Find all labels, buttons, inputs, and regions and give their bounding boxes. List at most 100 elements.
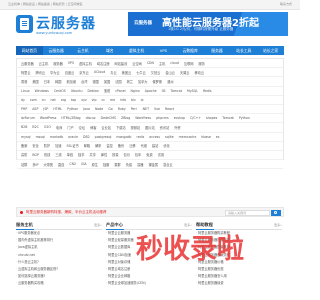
notice-text[interactable]: 阿里云服务器新购特惠，爆款、半价云主机活动推荐 (26, 210, 107, 215)
tag-link[interactable]: 门户 (67, 125, 73, 130)
tag-link[interactable]: info (120, 98, 126, 102)
tag-link[interactable]: IIS (162, 89, 166, 93)
tag-link[interactable]: 法国 (115, 79, 121, 84)
tag-link[interactable]: 日本 (44, 79, 50, 84)
tag-link[interactable]: net (51, 98, 56, 102)
tag-link[interactable]: vip (92, 98, 97, 102)
nav-item[interactable]: VPS (150, 46, 177, 55)
tag-link[interactable]: 腾讯云 (36, 70, 46, 75)
tag-link[interactable]: 网站建设 (115, 61, 128, 66)
more-link[interactable]: 更多» (94, 223, 102, 227)
tag-link[interactable]: Nginx (131, 89, 140, 93)
tag-link[interactable]: 双线 (44, 152, 50, 157)
tag-link[interactable]: DedeCMS (101, 116, 116, 120)
tag-link[interactable]: 加拿大 (138, 79, 148, 84)
tag-link[interactable]: HTML (53, 107, 62, 111)
nav-item[interactable]: 站长之家 (257, 46, 284, 55)
tag-link[interactable]: Java (83, 107, 90, 111)
tag-link[interactable]: 备份 (118, 143, 124, 148)
tag-link[interactable]: sqlite (165, 135, 174, 139)
tag-link[interactable]: 移动云 (194, 70, 204, 75)
tag-link[interactable]: 京东云 (79, 70, 89, 75)
tag-link[interactable]: 台湾 (81, 79, 87, 84)
tag-link[interactable]: PHP (21, 107, 27, 111)
nav-item[interactable]: 云主机 (70, 46, 97, 55)
tag-link[interactable]: GIA (81, 162, 87, 166)
tag-link[interactable]: 大带宽 (43, 162, 53, 167)
tag-link[interactable]: 资讯站 (160, 125, 170, 130)
tag-link[interactable]: B2C (32, 125, 38, 129)
tag-link[interactable]: 视频站 (131, 125, 141, 130)
search-button[interactable] (271, 209, 281, 216)
tag-link[interactable]: Tomcat (171, 89, 182, 93)
tag-link[interactable]: 百度云 (65, 70, 75, 75)
tag-link[interactable]: BGP (32, 153, 39, 157)
tag-link[interactable]: 又拍云 (151, 70, 161, 75)
article-link[interactable]: 云虚拟主机和云服务器区别? (16, 266, 102, 273)
tag-link[interactable]: 多IP (32, 162, 38, 167)
tag-link[interactable]: me (110, 98, 115, 102)
tag-link[interactable]: CDN (147, 61, 154, 65)
article-link[interactable]: 云服务器购买攻略 (16, 280, 102, 287)
tag-link[interactable]: oracle (68, 135, 78, 139)
tag-link[interactable]: 英国 (104, 79, 110, 84)
tag-link[interactable]: mariadb (50, 135, 63, 139)
article-link[interactable]: 什么是云主机? (16, 259, 102, 266)
tag-link[interactable]: 主机 (159, 61, 165, 66)
tag-link[interactable]: 邮箱 (84, 143, 90, 148)
tag-link[interactable]: 裸金属 (148, 162, 158, 167)
tag-link[interactable]: 安全 (32, 143, 38, 148)
tag-link[interactable]: 电商 (56, 125, 62, 130)
tag-link[interactable]: 试用 (158, 152, 164, 157)
tag-link[interactable]: 容器 (137, 162, 143, 167)
nav-item[interactable]: 云数据库 (177, 46, 204, 55)
tag-link[interactable]: 阿里云 (21, 70, 31, 75)
site-logo[interactable]: 云服务器 www.yunfuwuqi.com (16, 12, 106, 40)
tag-link[interactable]: O2O (44, 125, 51, 129)
nav-item[interactable]: 服务器 (204, 46, 231, 55)
article-link[interactable]: 阿里云服务器续费 (196, 280, 282, 287)
tag-link[interactable]: 德国 (92, 79, 98, 84)
tag-link[interactable]: 云服务器 (21, 61, 34, 66)
tag-link[interactable]: Apache (145, 89, 157, 93)
tag-link[interactable]: 金山云 (165, 70, 175, 75)
tag-link[interactable]: 迁移 (129, 143, 135, 148)
tag-link[interactable]: Python (67, 107, 78, 111)
tag-link[interactable]: 外贸 (174, 125, 180, 130)
tag-link[interactable]: 三线 (55, 152, 61, 157)
tag-link[interactable]: shopex (206, 116, 217, 120)
nav-item[interactable]: 虚拟主机 (123, 46, 150, 55)
tag-link[interactable]: 备案 (21, 143, 27, 148)
tag-link[interactable]: DB2 (83, 135, 90, 139)
tag-link[interactable]: 七牛云 (136, 70, 146, 75)
tag-link[interactable]: Perl (131, 107, 137, 111)
tag-link[interactable]: xyz (81, 98, 86, 102)
tag-link[interactable]: 荷兰 (127, 79, 133, 84)
search-input[interactable]: 请输入关键词 (225, 209, 270, 216)
tag-link[interactable]: hbase (201, 135, 211, 139)
tag-link[interactable]: com (30, 98, 37, 102)
tag-link[interactable]: 监控 (106, 143, 112, 148)
tag-link[interactable]: 包月 (124, 152, 130, 157)
tag-link[interactable]: org (61, 98, 66, 102)
tag-link[interactable]: 下载站 (116, 125, 126, 130)
tag-link[interactable]: 独服 (103, 162, 109, 167)
tag-link[interactable]: 按量 (112, 152, 118, 157)
tag-link[interactable]: 防护 (44, 143, 50, 148)
tag-link[interactable]: 云空间 (132, 61, 142, 66)
tag-link[interactable]: redis (136, 135, 144, 139)
tag-link[interactable]: 澳洲 (167, 79, 173, 84)
article-link[interactable]: 阿里云企业邮箱 (106, 273, 192, 280)
tag-link[interactable]: 企业站 (101, 125, 111, 130)
article-link[interactable]: 国内外虚拟主机推荐排行 (16, 237, 102, 244)
tag-link[interactable]: Redis (203, 89, 212, 93)
tag-link[interactable]: C/C++ (190, 116, 201, 120)
tag-link[interactable]: 宝塔 (104, 88, 110, 93)
tag-link[interactable]: mysql (21, 135, 31, 139)
tag-link[interactable]: React (165, 107, 174, 111)
tag-link[interactable]: 服务器 (53, 61, 63, 66)
tag-link[interactable]: 新加坡 (67, 79, 77, 84)
tag-link[interactable]: dzForum (21, 116, 35, 120)
tag-link[interactable]: io (141, 98, 144, 102)
tag-link[interactable]: biz (131, 98, 136, 102)
